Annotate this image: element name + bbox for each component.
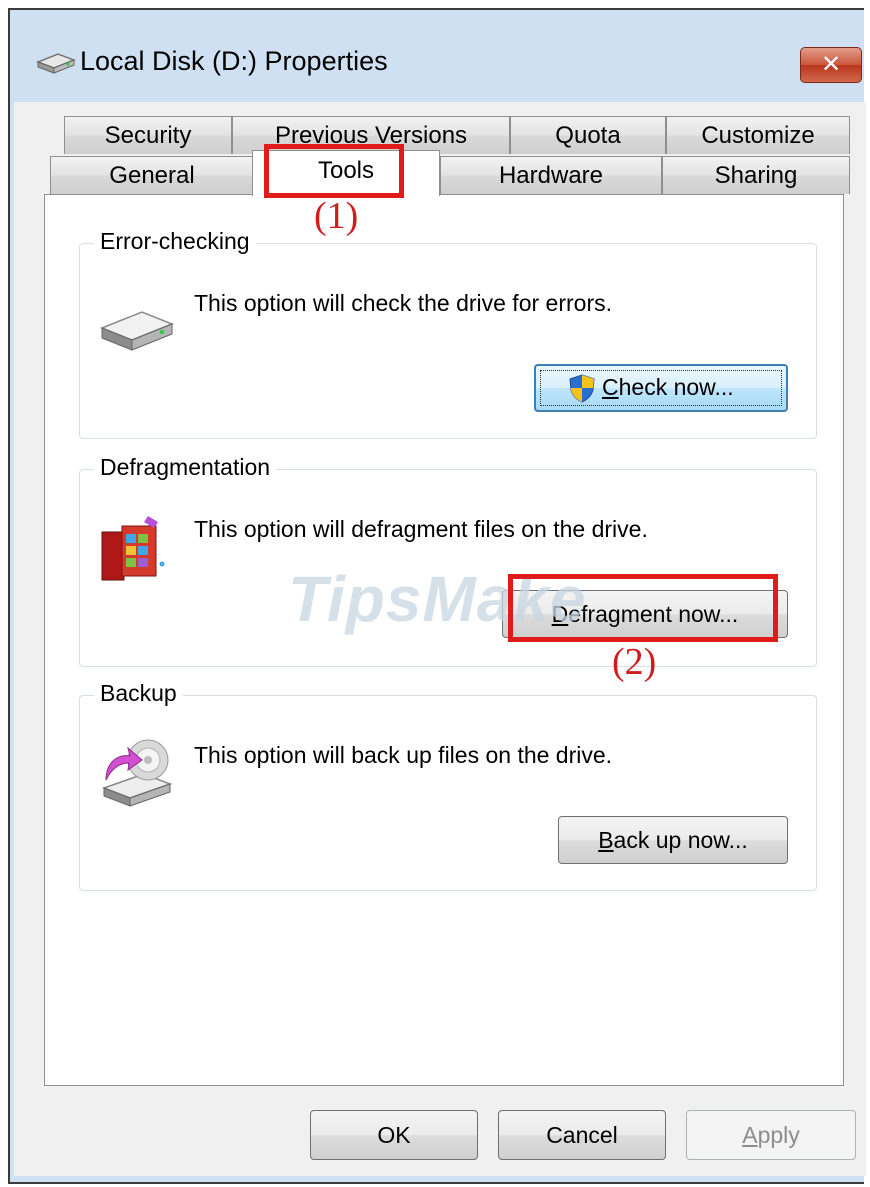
accelerator-key: C (602, 374, 619, 400)
apply-label: Apply (742, 1122, 800, 1148)
back-up-now-button[interactable]: Back up now... (558, 816, 788, 864)
tab-label: General (109, 162, 195, 189)
tab-quota[interactable]: Quota (510, 116, 666, 154)
backup-group: Backup This option will back up files on… (79, 680, 817, 891)
label-rest: ack up now... (613, 827, 748, 853)
ok-button[interactable]: OK (310, 1110, 478, 1160)
close-icon: ✕ (820, 50, 842, 78)
title-bar[interactable]: Local Disk (D:) Properties ✕ (10, 10, 866, 100)
defrag-icon (101, 516, 165, 581)
error-checking-group: Error-checking This option will check th… (79, 228, 817, 439)
drive-icon (35, 53, 76, 74)
cancel-button[interactable]: Cancel (498, 1110, 666, 1160)
group-label: Backup (94, 680, 183, 707)
tab-customize[interactable]: Customize (666, 116, 850, 154)
cancel-label: Cancel (546, 1122, 618, 1148)
tab-label: Sharing (714, 162, 798, 189)
ok-label: OK (377, 1122, 411, 1148)
check-now-button[interactable]: Check now... (534, 364, 788, 412)
annotation-label-2: (2) (612, 641, 657, 683)
close-button[interactable]: ✕ (800, 47, 862, 83)
window-title: Local Disk (D:) Properties (80, 46, 388, 76)
back-up-now-label: Back up now... (598, 827, 748, 853)
tab-label: Customize (701, 122, 815, 149)
annotation-box-tools (264, 144, 404, 198)
tab-sharing[interactable]: Sharing (662, 156, 850, 194)
tab-hardware[interactable]: Hardware (440, 156, 662, 194)
group-label: Defragmentation (94, 454, 277, 481)
label-rest: pply (757, 1122, 800, 1148)
label-rest: heck now... (618, 374, 734, 400)
annotation-label-1: (1) (314, 195, 359, 237)
tab-label: Quota (555, 122, 621, 149)
backup-icon (101, 739, 173, 807)
error-checking-description: This option will check the drive for err… (194, 290, 612, 316)
shield-icon (569, 374, 595, 403)
accelerator-key: A (742, 1122, 758, 1148)
tab-general[interactable]: General (50, 156, 254, 194)
apply-button[interactable]: Apply (686, 1110, 856, 1160)
hard-drive-icon (99, 311, 175, 351)
accelerator-key: B (598, 827, 614, 853)
defragmentation-description: This option will defragment files on the… (194, 516, 648, 542)
annotation-box-defragment (508, 574, 778, 642)
group-label: Error-checking (94, 228, 256, 255)
tab-label: Security (104, 122, 192, 149)
tab-security[interactable]: Security (64, 116, 232, 154)
tab-label: Hardware (498, 162, 604, 189)
check-now-label: Check now... (602, 366, 734, 408)
backup-description: This option will back up files on the dr… (194, 742, 613, 768)
